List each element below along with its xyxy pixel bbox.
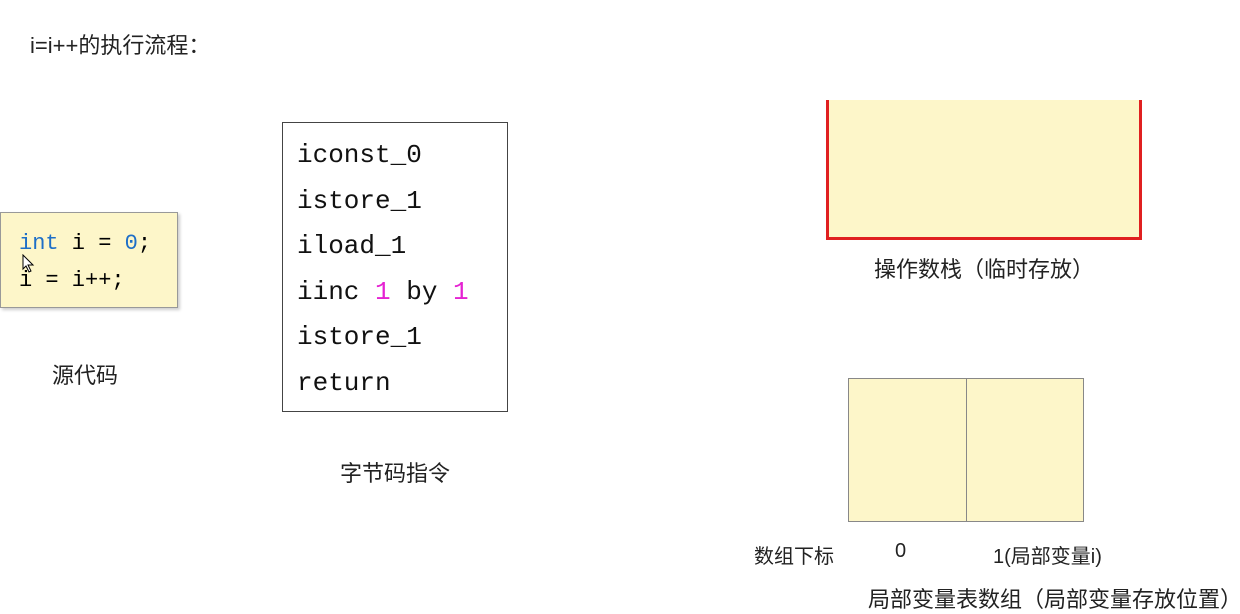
local-var-table-label: 局部变量表数组（局部变量存放位置） [868,582,1240,614]
semicolon: ; [138,231,151,256]
operand-stack-label: 操作数栈（临时存放） [874,252,1094,284]
source-label: 源代码 [52,358,118,390]
array-index-0: 0 [895,540,906,563]
bytecode-line: iinc 1 by 1 [297,270,493,316]
source-code-box: int i = 0; i = i++; [0,212,178,308]
bytecode-line: iconst_0 [297,133,493,179]
bytecode-line: istore_1 [297,179,493,225]
bytecode-box: iconst_0 istore_1 iload_1 iinc 1 by 1 is… [282,122,508,412]
bytecode-text: by [391,277,453,307]
bytecode-operand: 1 [375,277,391,307]
diagram-title: i=i++的执行流程： [30,28,210,60]
bytecode-text: iinc [297,277,375,307]
operand-stack-box [826,100,1142,240]
source-line-1: int i = 0; [19,225,159,262]
source-text: i = [59,231,125,256]
lvt-cell-1 [967,379,1084,521]
keyword-int: int [19,231,59,256]
number-zero: 0 [125,231,138,256]
bytecode-line: istore_1 [297,315,493,361]
local-var-table-box [848,378,1084,522]
array-index-label: 数组下标 [754,540,834,569]
bytecode-label: 字节码指令 [340,456,450,488]
source-line-2: i = i++; [19,262,159,299]
bytecode-line: return [297,361,493,407]
array-index-1: 1(局部变量i) [993,540,1102,569]
bytecode-line: iload_1 [297,224,493,270]
lvt-cell-0 [849,379,967,521]
bytecode-operand: 1 [453,277,469,307]
